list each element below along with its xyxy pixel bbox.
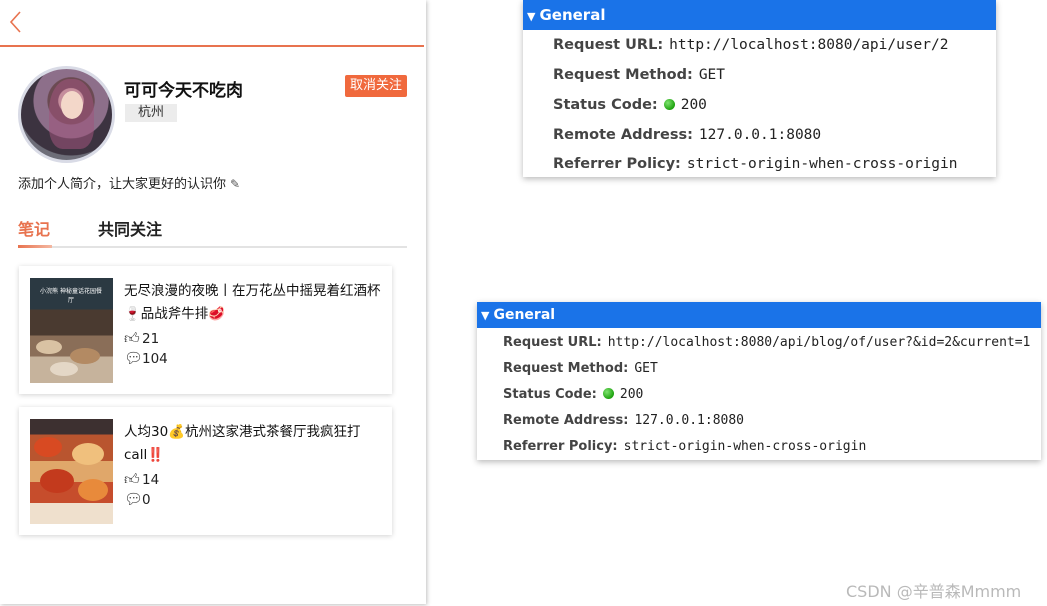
note-card[interactable]: 人均30💰杭州这家港式茶餐厅我疯狂打call‼️ 👍︎ 14 💬︎0: [19, 407, 392, 535]
note-title: 人均30💰杭州这家港式茶餐厅我疯狂打call‼️: [124, 424, 361, 463]
referrer-policy-row: Referrer Policy: strict-origin-when-cross…: [503, 439, 867, 454]
remote-address-value: 127.0.0.1:8080: [698, 127, 822, 143]
active-tab-indicator: [18, 245, 52, 248]
like-count[interactable]: 👍︎ 21: [124, 329, 159, 348]
referrer-policy-row: Referrer Policy: strict-origin-when-cross…: [553, 156, 958, 172]
bio[interactable]: 添加个人简介，让大家更好的认识你 ✎: [18, 173, 240, 192]
thumbs-up-icon: 👍︎: [124, 329, 140, 347]
avatar[interactable]: [18, 66, 115, 163]
user-name: 可可今天不吃肉: [124, 81, 243, 101]
note-thumbnail: [30, 419, 113, 524]
comment-count-value: 0: [142, 492, 151, 508]
back-button[interactable]: [4, 8, 26, 36]
comment-count[interactable]: 💬︎0: [124, 490, 151, 508]
devtools-general-panel-user: ▼ General Request URL: http://localhost:80…: [523, 0, 996, 177]
edit-pencil-icon[interactable]: ✎: [230, 177, 240, 191]
unfollow-button[interactable]: 取消关注: [345, 75, 407, 97]
remote-address-row: Remote Address: 127.0.0.1:8080: [503, 413, 745, 428]
watermark: CSDN @辛普森Mmmm: [846, 582, 1022, 601]
referrer-policy-value: strict-origin-when-cross-origin: [623, 439, 867, 454]
status-ok-icon: [602, 388, 614, 399]
tab-common-follows[interactable]: 共同关注: [98, 216, 162, 240]
like-count[interactable]: 👍︎ 14: [124, 470, 159, 489]
comment-icon: 💬︎: [124, 490, 144, 508]
bio-text: 添加个人简介，让大家更好的认识你: [18, 177, 227, 192]
request-method-value: GET: [634, 361, 658, 376]
note-card[interactable]: 小浣熊 神秘童话花园餐厅 无尽浪漫的夜晚丨在万花丛中摇晃着红酒杯🍷品战斧牛排🥩 …: [19, 266, 392, 394]
remote-address-row: Remote Address: 127.0.0.1:8080: [553, 127, 822, 143]
comment-icon: 💬︎: [124, 349, 144, 367]
chevron-left-icon: [9, 11, 21, 33]
top-bar: [0, 0, 424, 47]
request-url-value[interactable]: http://localhost:8080/api/blog/of/user?&…: [608, 335, 1031, 350]
remote-address-value: 127.0.0.1:8080: [634, 413, 745, 428]
status-code-row: Status Code: 200: [503, 387, 644, 402]
tab-notes[interactable]: 笔记: [18, 216, 50, 240]
comment-count-value: 104: [142, 351, 168, 367]
like-count-value: 21: [142, 331, 160, 347]
profile-page: 可可今天不吃肉 杭州 取消关注 添加个人简介，让大家更好的认识你 ✎ 笔记 共同关…: [0, 0, 426, 604]
general-section-header[interactable]: ▼ General: [477, 302, 1041, 328]
request-url-row: Request URL: http://localhost:8080/api/bl…: [503, 335, 1031, 350]
status-code-value: 200: [619, 387, 644, 402]
request-method-row: Request Method: GET: [553, 67, 726, 83]
request-method-row: Request Method: GET: [503, 361, 658, 376]
city-tag: 杭州: [125, 104, 177, 122]
status-code-value: 200: [680, 97, 707, 113]
tab-bar: 笔记 共同关注: [18, 216, 407, 248]
section-title: General: [493, 307, 556, 323]
request-url-value[interactable]: http://localhost:8080/api/user/2: [669, 37, 948, 53]
referrer-policy-value: strict-origin-when-cross-origin: [686, 156, 958, 172]
general-section-header[interactable]: ▼ General: [523, 0, 996, 30]
request-method-value: GET: [698, 67, 726, 83]
status-code-row: Status Code: 200: [553, 97, 707, 113]
request-url-row: Request URL: http://localhost:8080/api/us…: [553, 37, 949, 53]
status-ok-icon: [663, 99, 675, 110]
note-title: 无尽浪漫的夜晚丨在万花丛中摇晃着红酒杯🍷品战斧牛排🥩: [124, 283, 381, 322]
thumbnail-caption: 小浣熊 神秘童话花园餐厅: [40, 288, 102, 304]
comment-count[interactable]: 💬︎104: [124, 349, 168, 367]
like-count-value: 14: [142, 472, 160, 488]
collapse-triangle-icon: ▼: [527, 10, 536, 23]
section-title: General: [539, 6, 606, 24]
thumbs-up-icon: 👍︎: [124, 470, 140, 488]
note-thumbnail: 小浣熊 神秘童话花园餐厅: [30, 278, 113, 383]
devtools-general-panel-blog: ▼ General Request URL: http://localhost:80…: [477, 302, 1041, 460]
collapse-triangle-icon: ▼: [481, 309, 490, 322]
